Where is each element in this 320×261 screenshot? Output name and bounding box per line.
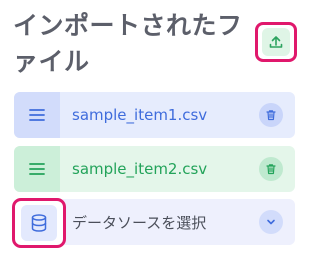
datasource-label: データソースを選択 bbox=[72, 214, 207, 232]
file-item[interactable]: sample_item1.csv bbox=[14, 92, 295, 138]
trash-icon bbox=[266, 110, 276, 121]
file-item-handle[interactable] bbox=[14, 92, 60, 138]
datasource-dropdown-toggle[interactable] bbox=[259, 210, 283, 234]
file-item[interactable]: sample_item2.csv bbox=[14, 146, 295, 192]
chevron-down-icon bbox=[267, 219, 275, 225]
upload-button-inner[interactable] bbox=[262, 28, 290, 56]
file-name: sample_item1.csv bbox=[72, 106, 208, 124]
datasource-button[interactable] bbox=[12, 198, 66, 248]
file-name: sample_item2.csv bbox=[72, 160, 208, 178]
trash-icon bbox=[266, 164, 276, 175]
upload-icon bbox=[269, 36, 283, 48]
delete-file-button[interactable] bbox=[259, 157, 283, 181]
file-item-handle[interactable] bbox=[14, 146, 60, 192]
delete-file-button[interactable] bbox=[259, 103, 283, 127]
menu-icon bbox=[29, 109, 45, 121]
datasource-select[interactable]: データソースを選択 bbox=[12, 198, 295, 248]
database-icon bbox=[31, 214, 47, 232]
panel-title: インポートされたファイル bbox=[13, 11, 243, 76]
datasource-button-inner[interactable] bbox=[21, 205, 57, 241]
upload-button[interactable] bbox=[255, 22, 297, 62]
menu-icon bbox=[29, 163, 45, 175]
